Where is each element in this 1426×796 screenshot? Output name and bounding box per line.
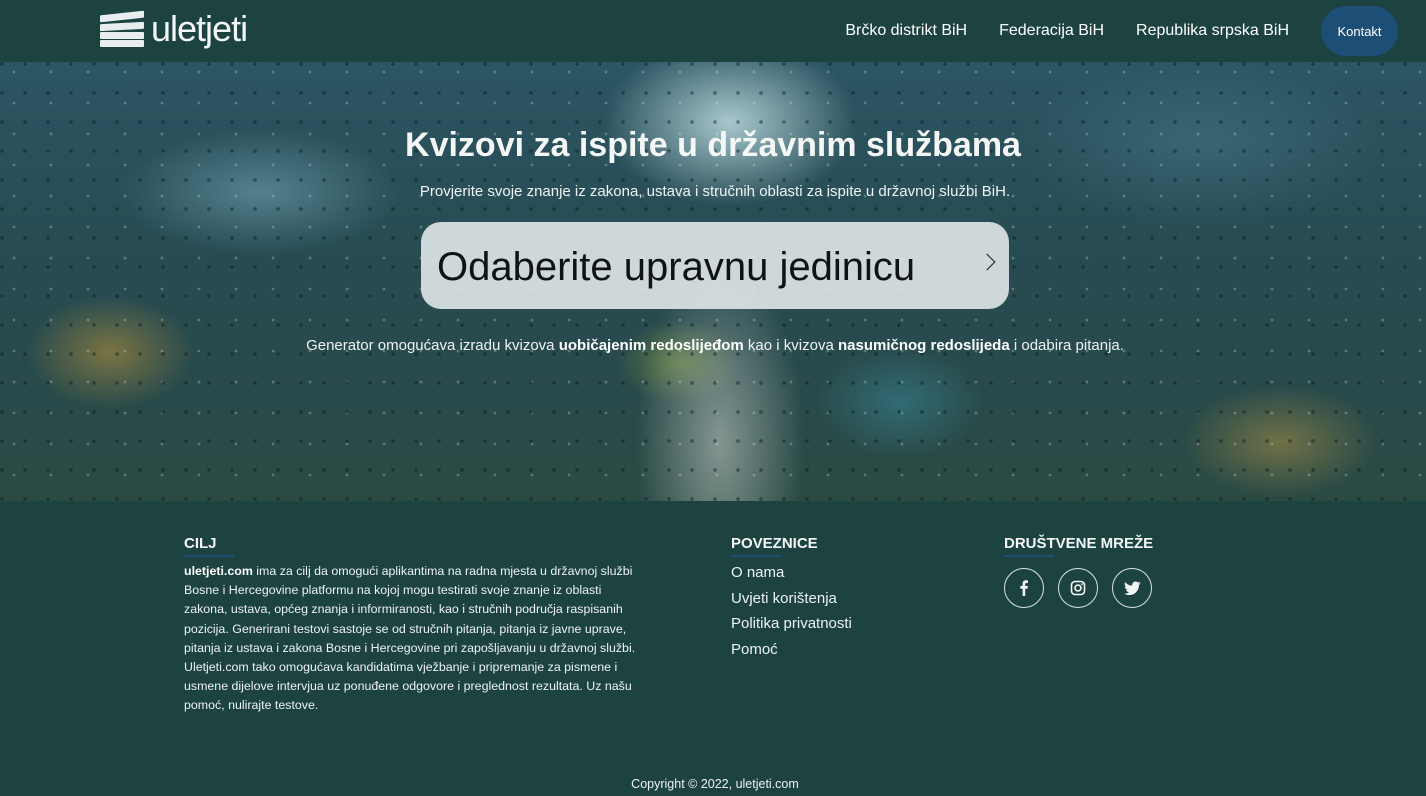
logo[interactable]: uletjeti [100,8,248,49]
twitter-icon [1123,580,1141,595]
copyright: Copyright © 2022, uletjeti.com [631,777,799,791]
cilj-underline [184,555,234,557]
hero-subtitle: Provjerite svoje znanje iz zakona, ustav… [419,183,1011,200]
nav-link-federacija[interactable]: Federacija BiH [999,22,1104,40]
facebook-icon [1020,580,1028,596]
footer-link-uvjeti[interactable]: Uvjeti korištenja [731,589,852,615]
footer-link-privatnost[interactable]: Politika privatnosti [731,614,852,640]
twitter-button[interactable] [1112,568,1152,608]
instagram-icon [1070,580,1086,596]
instagram-button[interactable] [1058,568,1098,608]
logo-text: uletjeti [151,8,248,49]
footer-link-pomoc[interactable]: Pomoć [731,640,852,666]
links-heading: POVEZNICE [731,535,818,552]
logo-icon [100,10,145,47]
generator-text-3: i odabira pitanja. [1009,337,1124,354]
footer: CILJ uletjeti.com ima za cilj da omogući… [0,501,1426,796]
footer-link-o-nama[interactable]: O nama [731,563,852,589]
nav-links: Brčko distrikt BiH Federacija BiH Republ… [845,0,1426,62]
cilj-text: uletjeti.com ima za cilj da omogući apli… [184,562,640,716]
generator-bold-1: uobičajenim redoslijeđom [558,337,744,354]
navbar: uletjeti Brčko distrikt BiH Federacija B… [0,0,1426,62]
social-underline [1004,555,1054,557]
nav-link-republika-srpska[interactable]: Republika srpska BiH [1136,22,1289,40]
generator-description: Generator omogućava izradu kvizova uobič… [0,337,1426,354]
generator-text-2: kao i kvizova [743,337,838,354]
footer-links: O nama Uvjeti korištenja Politika privat… [731,563,852,666]
generator-bold-2: nasumičnog redoslijeda [837,337,1010,354]
social-heading: DRUŠTVENE MREŽE [1004,535,1154,552]
links-underline [731,555,781,557]
unit-selector-button[interactable]: Odaberite upravnu jedinicu [421,222,1009,309]
unit-selector-label: Odaberite upravnu jedinicu [437,245,916,289]
facebook-button[interactable] [1004,568,1044,608]
generator-text-1: Generator omogućava izradu kvizova [306,337,559,354]
cilj-body: ima za cilj da omogući aplikantima na ra… [184,564,636,713]
hero-section: Kvizovi za ispite u državnim službama Pr… [0,62,1426,501]
cilj-brand: uletjeti.com [184,564,253,578]
nav-link-brcko[interactable]: Brčko distrikt BiH [845,22,967,40]
contact-button[interactable]: Kontakt [1321,6,1398,56]
cilj-heading: CILJ [184,535,217,552]
hero-title: Kvizovi za ispite u državnim službama [405,126,1021,164]
